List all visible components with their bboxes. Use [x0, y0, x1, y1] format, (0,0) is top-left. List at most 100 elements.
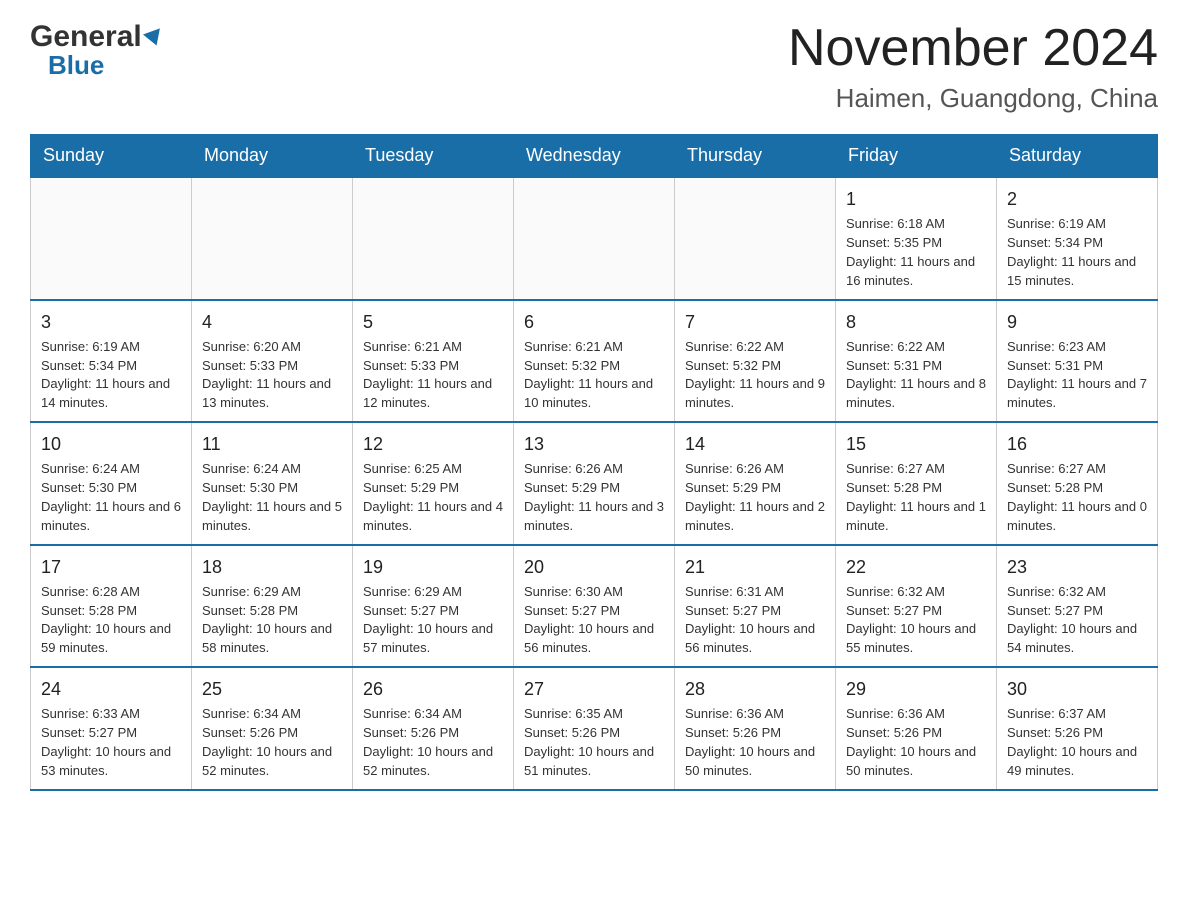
day-number: 26 [363, 676, 503, 702]
calendar-cell [675, 177, 836, 299]
calendar-cell: 7Sunrise: 6:22 AM Sunset: 5:32 PM Daylig… [675, 300, 836, 422]
day-info: Sunrise: 6:30 AM Sunset: 5:27 PM Dayligh… [524, 583, 664, 658]
title-area: November 2024 Haimen, Guangdong, China [788, 20, 1158, 114]
day-info: Sunrise: 6:34 AM Sunset: 5:26 PM Dayligh… [202, 705, 342, 780]
calendar-cell: 21 Sunrise: 6:31 AM Sunset: 5:27 PM Dayli… [675, 545, 836, 667]
day-number: 24 [41, 676, 181, 702]
day-number: 13 [524, 431, 664, 457]
day-info: Sunrise: 6:18 AM Sunset: 5:35 PM Dayligh… [846, 215, 986, 290]
day-info: Sunrise: 6:29 AM Sunset: 5:27 PM Dayligh… [363, 583, 503, 658]
day-info: Sunrise: 6:27 AM Sunset: 5:28 PM Dayligh… [846, 460, 986, 535]
day-number: 22 [846, 554, 986, 580]
day-info: Sunrise: 6:31 AM Sunset: 5:27 PM Dayligh… [685, 583, 825, 658]
day-info: Sunrise: 6:19 AM Sunset: 5:34 PM Dayligh… [1007, 215, 1147, 290]
calendar-cell: 9 Sunrise: 6:23 AM Sunset: 5:31 PM Daylig… [997, 300, 1158, 422]
day-info: Sunrise: 6:22 AM Sunset: 5:32 PM Dayligh… [685, 338, 825, 413]
calendar-cell: 26 Sunrise: 6:34 AM Sunset: 5:26 PM Dayli… [353, 667, 514, 789]
day-number: 12 [363, 431, 503, 457]
day-number: 6 [524, 309, 664, 335]
calendar-week-row: 17 Sunrise: 6:28 AM Sunset: 5:28 PM Dayli… [31, 545, 1158, 667]
day-number: 10 [41, 431, 181, 457]
day-number: 3 [41, 309, 181, 335]
day-info: Sunrise: 6:21 AM Sunset: 5:33 PM Dayligh… [363, 338, 503, 413]
calendar-cell: 8 Sunrise: 6:22 AM Sunset: 5:31 PM Daylig… [836, 300, 997, 422]
main-title: November 2024 [788, 20, 1158, 77]
day-number: 14 [685, 431, 825, 457]
calendar-cell: 5 Sunrise: 6:21 AM Sunset: 5:33 PM Daylig… [353, 300, 514, 422]
calendar-week-row: 1 Sunrise: 6:18 AM Sunset: 5:35 PM Daylig… [31, 177, 1158, 299]
day-number: 1 [846, 186, 986, 212]
calendar-header-row: SundayMondayTuesdayWednesdayThursdayFrid… [31, 135, 1158, 178]
calendar-cell: 4Sunrise: 6:20 AM Sunset: 5:33 PM Daylig… [192, 300, 353, 422]
day-number: 29 [846, 676, 986, 702]
calendar-cell: 25 Sunrise: 6:34 AM Sunset: 5:26 PM Dayli… [192, 667, 353, 789]
calendar-cell: 6 Sunrise: 6:21 AM Sunset: 5:32 PM Daylig… [514, 300, 675, 422]
day-info: Sunrise: 6:19 AM Sunset: 5:34 PM Dayligh… [41, 338, 181, 413]
day-info: Sunrise: 6:26 AM Sunset: 5:29 PM Dayligh… [685, 460, 825, 535]
day-info: Sunrise: 6:22 AM Sunset: 5:31 PM Dayligh… [846, 338, 986, 413]
day-number: 2 [1007, 186, 1147, 212]
calendar-cell: 27Sunrise: 6:35 AM Sunset: 5:26 PM Dayli… [514, 667, 675, 789]
day-info: Sunrise: 6:34 AM Sunset: 5:26 PM Dayligh… [363, 705, 503, 780]
day-of-week-header: Monday [192, 135, 353, 178]
calendar-cell: 22 Sunrise: 6:32 AM Sunset: 5:27 PM Dayli… [836, 545, 997, 667]
calendar-cell [192, 177, 353, 299]
calendar-cell [31, 177, 192, 299]
calendar-cell: 15 Sunrise: 6:27 AM Sunset: 5:28 PM Dayli… [836, 422, 997, 544]
day-info: Sunrise: 6:32 AM Sunset: 5:27 PM Dayligh… [1007, 583, 1147, 658]
day-info: Sunrise: 6:25 AM Sunset: 5:29 PM Dayligh… [363, 460, 503, 535]
day-info: Sunrise: 6:23 AM Sunset: 5:31 PM Dayligh… [1007, 338, 1147, 413]
calendar-week-row: 10 Sunrise: 6:24 AM Sunset: 5:30 PM Dayli… [31, 422, 1158, 544]
day-number: 17 [41, 554, 181, 580]
day-number: 5 [363, 309, 503, 335]
day-number: 30 [1007, 676, 1147, 702]
day-number: 21 [685, 554, 825, 580]
day-number: 23 [1007, 554, 1147, 580]
day-number: 8 [846, 309, 986, 335]
logo-triangle-icon [143, 28, 165, 48]
calendar-cell: 17 Sunrise: 6:28 AM Sunset: 5:28 PM Dayli… [31, 545, 192, 667]
calendar-cell: 2 Sunrise: 6:19 AM Sunset: 5:34 PM Daylig… [997, 177, 1158, 299]
calendar-cell: 18 Sunrise: 6:29 AM Sunset: 5:28 PM Dayli… [192, 545, 353, 667]
day-number: 18 [202, 554, 342, 580]
day-info: Sunrise: 6:28 AM Sunset: 5:28 PM Dayligh… [41, 583, 181, 658]
calendar-week-row: 3 Sunrise: 6:19 AM Sunset: 5:34 PM Daylig… [31, 300, 1158, 422]
day-info: Sunrise: 6:37 AM Sunset: 5:26 PM Dayligh… [1007, 705, 1147, 780]
logo: General Blue [30, 20, 163, 81]
day-info: Sunrise: 6:27 AM Sunset: 5:28 PM Dayligh… [1007, 460, 1147, 535]
day-of-week-header: Saturday [997, 135, 1158, 178]
day-number: 9 [1007, 309, 1147, 335]
calendar-cell: 23 Sunrise: 6:32 AM Sunset: 5:27 PM Dayli… [997, 545, 1158, 667]
calendar-cell: 19 Sunrise: 6:29 AM Sunset: 5:27 PM Dayli… [353, 545, 514, 667]
calendar-cell: 3 Sunrise: 6:19 AM Sunset: 5:34 PM Daylig… [31, 300, 192, 422]
calendar-week-row: 24Sunrise: 6:33 AM Sunset: 5:27 PM Dayli… [31, 667, 1158, 789]
calendar-cell: 1 Sunrise: 6:18 AM Sunset: 5:35 PM Daylig… [836, 177, 997, 299]
calendar-cell: 24Sunrise: 6:33 AM Sunset: 5:27 PM Dayli… [31, 667, 192, 789]
day-number: 16 [1007, 431, 1147, 457]
day-info: Sunrise: 6:36 AM Sunset: 5:26 PM Dayligh… [685, 705, 825, 780]
day-number: 11 [202, 431, 342, 457]
day-number: 4 [202, 309, 342, 335]
day-number: 25 [202, 676, 342, 702]
calendar-table: SundayMondayTuesdayWednesdayThursdayFrid… [30, 134, 1158, 790]
day-info: Sunrise: 6:21 AM Sunset: 5:32 PM Dayligh… [524, 338, 664, 413]
day-info: Sunrise: 6:35 AM Sunset: 5:26 PM Dayligh… [524, 705, 664, 780]
day-number: 20 [524, 554, 664, 580]
calendar-cell [353, 177, 514, 299]
day-number: 19 [363, 554, 503, 580]
day-info: Sunrise: 6:32 AM Sunset: 5:27 PM Dayligh… [846, 583, 986, 658]
day-info: Sunrise: 6:29 AM Sunset: 5:28 PM Dayligh… [202, 583, 342, 658]
day-number: 15 [846, 431, 986, 457]
calendar-cell: 16 Sunrise: 6:27 AM Sunset: 5:28 PM Dayli… [997, 422, 1158, 544]
calendar-cell: 10 Sunrise: 6:24 AM Sunset: 5:30 PM Dayli… [31, 422, 192, 544]
day-info: Sunrise: 6:24 AM Sunset: 5:30 PM Dayligh… [202, 460, 342, 535]
day-of-week-header: Sunday [31, 135, 192, 178]
day-info: Sunrise: 6:24 AM Sunset: 5:30 PM Dayligh… [41, 460, 181, 535]
calendar-cell: 11 Sunrise: 6:24 AM Sunset: 5:30 PM Dayli… [192, 422, 353, 544]
calendar-cell: 13Sunrise: 6:26 AM Sunset: 5:29 PM Dayli… [514, 422, 675, 544]
day-of-week-header: Thursday [675, 135, 836, 178]
calendar-cell [514, 177, 675, 299]
calendar-cell: 28 Sunrise: 6:36 AM Sunset: 5:26 PM Dayli… [675, 667, 836, 789]
day-number: 28 [685, 676, 825, 702]
day-of-week-header: Tuesday [353, 135, 514, 178]
